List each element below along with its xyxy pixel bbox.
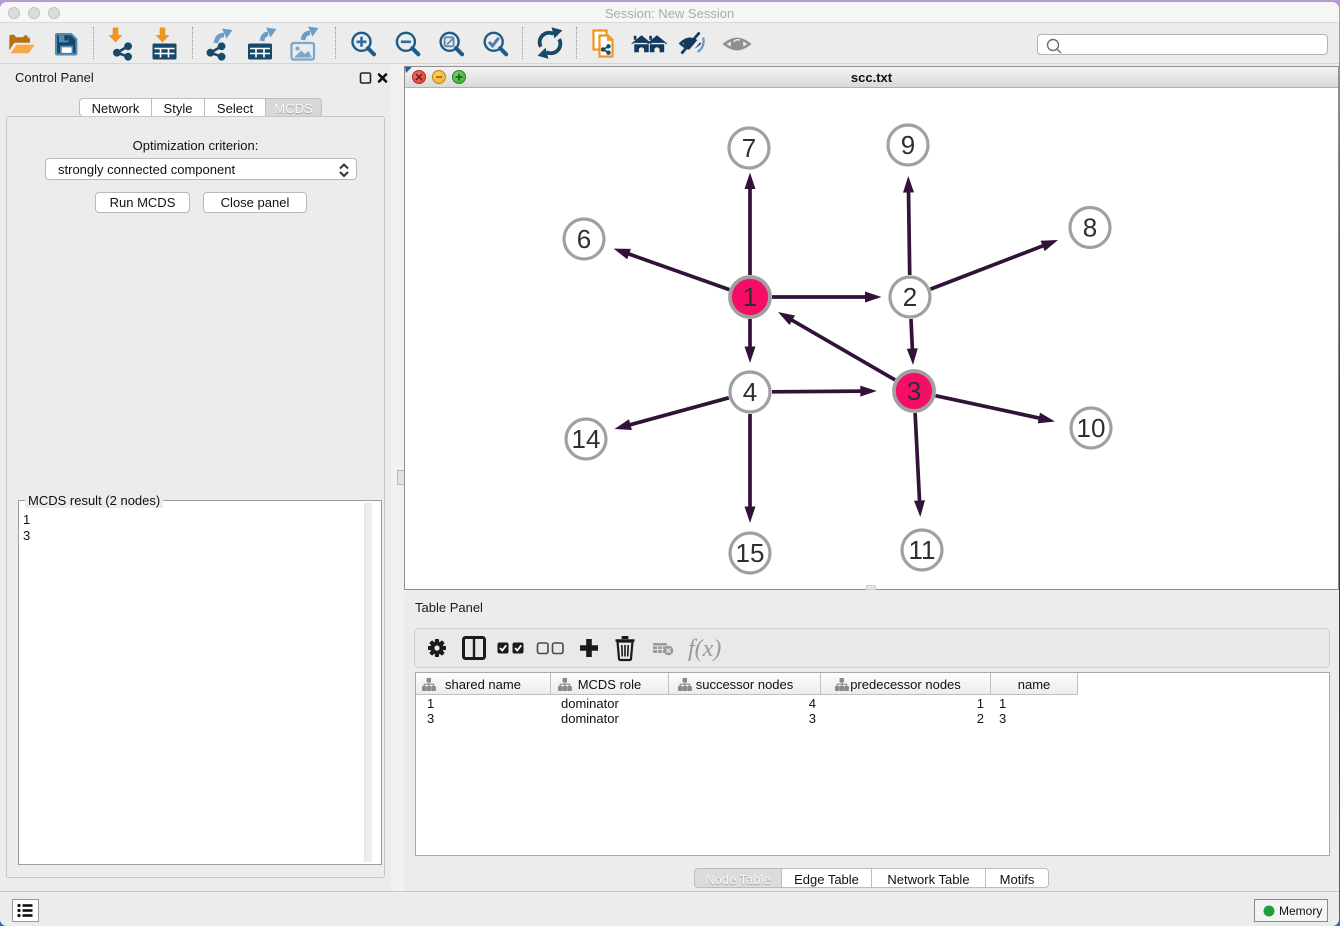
svg-text:14: 14 [572, 424, 601, 454]
svg-text:f(x): f(x) [688, 636, 721, 662]
svg-text:7: 7 [742, 133, 756, 163]
svg-text:3: 3 [907, 376, 921, 406]
svg-text:10: 10 [1077, 413, 1106, 443]
svg-text:1: 1 [743, 282, 757, 312]
svg-text:15: 15 [736, 538, 765, 568]
svg-text:8: 8 [1083, 213, 1097, 243]
svg-text:4: 4 [743, 377, 757, 407]
svg-text:11: 11 [909, 535, 936, 565]
svg-text:9: 9 [901, 130, 915, 160]
svg-text:2: 2 [903, 282, 917, 312]
svg-text:6: 6 [577, 224, 591, 254]
